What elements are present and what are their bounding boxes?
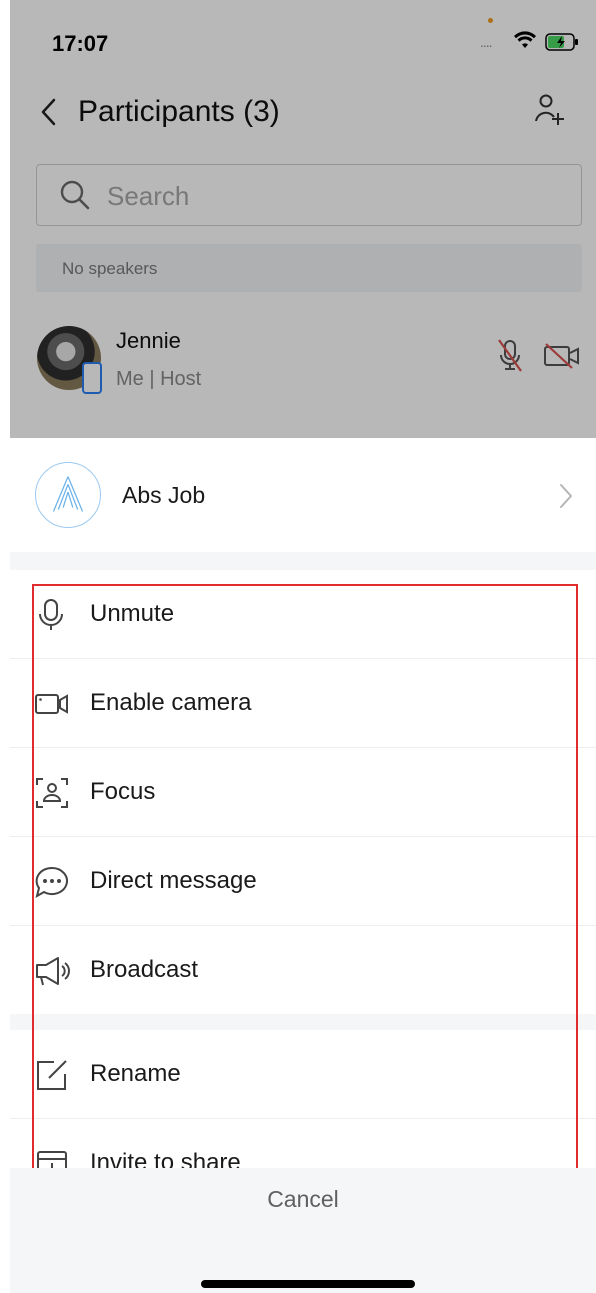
cancel-button[interactable]: Cancel: [10, 1168, 596, 1232]
chat-bubble-icon: [35, 866, 68, 899]
action-menu: Unmute Enable camera Focus Direct messag…: [10, 570, 596, 1170]
microphone-icon: [39, 599, 63, 630]
menu-item-broadcast[interactable]: Broadcast: [10, 926, 596, 1015]
menu-item-invite-to-share[interactable]: Invite to share: [10, 1119, 596, 1170]
sheet-header[interactable]: Abs Job: [10, 438, 596, 552]
company-logo: [35, 462, 101, 528]
divider: [10, 552, 596, 570]
menu-item-rename[interactable]: Rename: [10, 1030, 596, 1119]
home-indicator: [201, 1280, 415, 1288]
menu-label: Focus: [90, 778, 156, 805]
menu-label: Direct message: [90, 867, 257, 894]
chevron-right-icon: [560, 484, 572, 508]
menu-label: Broadcast: [90, 956, 199, 983]
participant-action-sheet: Abs Job Unmute Enable camera Focus Direc…: [10, 438, 596, 1293]
menu-item-focus[interactable]: Focus: [10, 748, 596, 837]
menu-label: Invite to share: [90, 1149, 241, 1170]
participant-name-header: Abs Job: [122, 482, 206, 508]
menu-item-direct-message[interactable]: Direct message: [10, 837, 596, 926]
edit-icon: [37, 1060, 67, 1090]
menu-label: Enable camera: [90, 689, 252, 716]
cancel-area: Cancel: [10, 1168, 596, 1293]
menu-label: Unmute: [90, 600, 175, 627]
menu-item-unmute[interactable]: Unmute: [10, 570, 596, 659]
menu-divider: [10, 1014, 596, 1030]
camera-icon: [35, 694, 68, 714]
focus-icon: [36, 778, 68, 808]
dim-overlay[interactable]: [10, 0, 596, 438]
menu-label: Rename: [90, 1060, 181, 1087]
menu-item-enable-camera[interactable]: Enable camera: [10, 659, 596, 748]
share-screen-icon: [37, 1151, 67, 1170]
megaphone-icon: [36, 957, 70, 986]
